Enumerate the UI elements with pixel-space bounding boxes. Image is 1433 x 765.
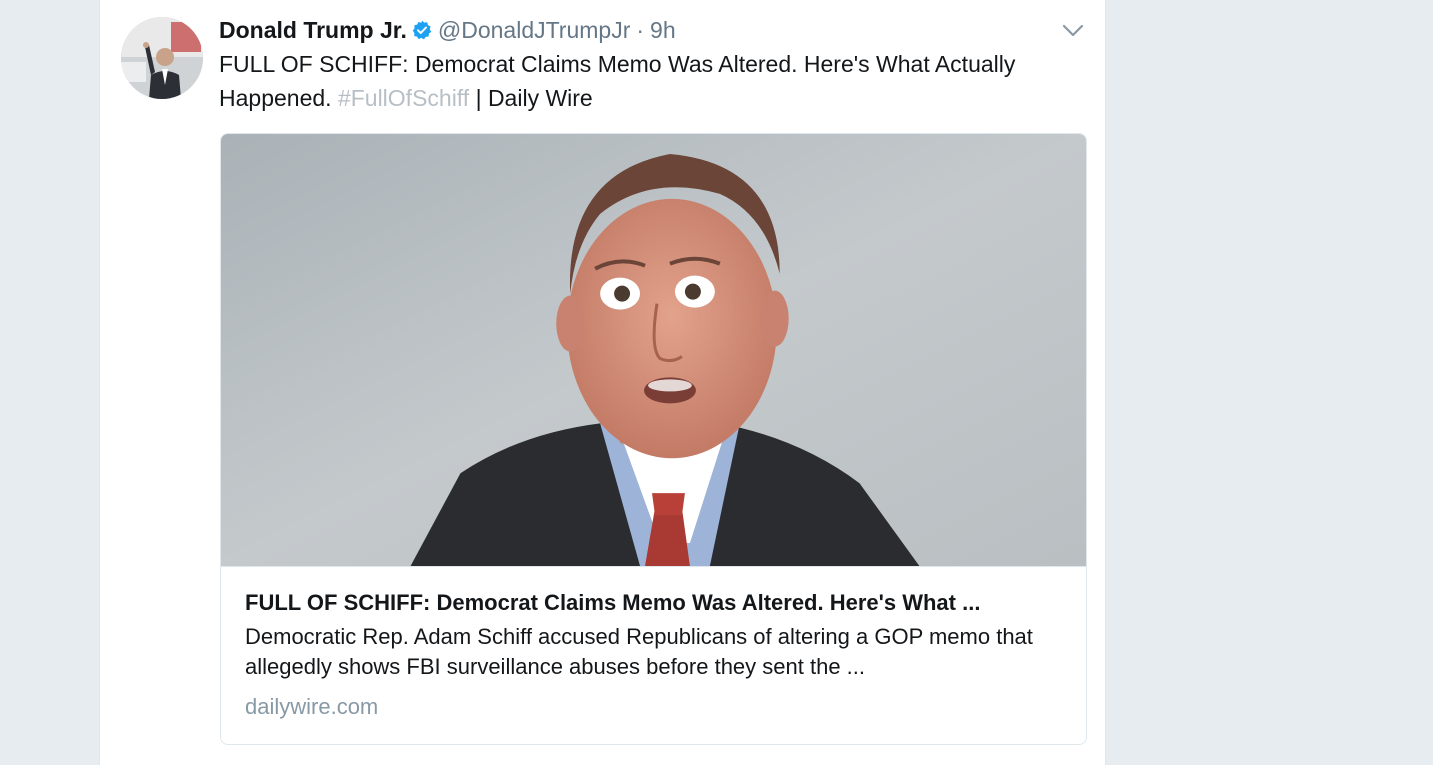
card-body: FULL OF SCHIFF: Democrat Claims Memo Was… (221, 568, 1086, 722)
header-separator: · (636, 16, 645, 43)
tweet-header: Donald Trump Jr. @DonaldJTrumpJr · 9h (219, 14, 676, 46)
author-screen-name[interactable]: @DonaldJTrumpJr (438, 17, 631, 44)
link-card[interactable]: FULL OF SCHIFF: Democrat Claims Memo Was… (220, 133, 1087, 745)
tweet-timestamp[interactable]: 9h (650, 17, 676, 44)
author-display-name[interactable]: Donald Trump Jr. (219, 17, 407, 44)
hashtag-link[interactable]: #FullOfSchiff (338, 85, 469, 111)
card-image[interactable] (221, 134, 1086, 567)
timeline-column: Donald Trump Jr. @DonaldJTrumpJr · 9h FU… (99, 0, 1106, 765)
avatar[interactable] (121, 17, 203, 99)
verified-badge-icon (412, 20, 432, 40)
tweet-text-source: | Daily Wire (469, 85, 593, 111)
card-title[interactable]: FULL OF SCHIFF: Democrat Claims Memo Was… (245, 588, 1062, 618)
card-description: Democratic Rep. Adam Schiff accused Repu… (245, 624, 1033, 679)
card-domain[interactable]: dailywire.com (245, 692, 1062, 722)
tweet-text: FULL OF SCHIFF: Democrat Claims Memo Was… (219, 47, 1079, 115)
chevron-down-icon[interactable] (1061, 20, 1085, 42)
